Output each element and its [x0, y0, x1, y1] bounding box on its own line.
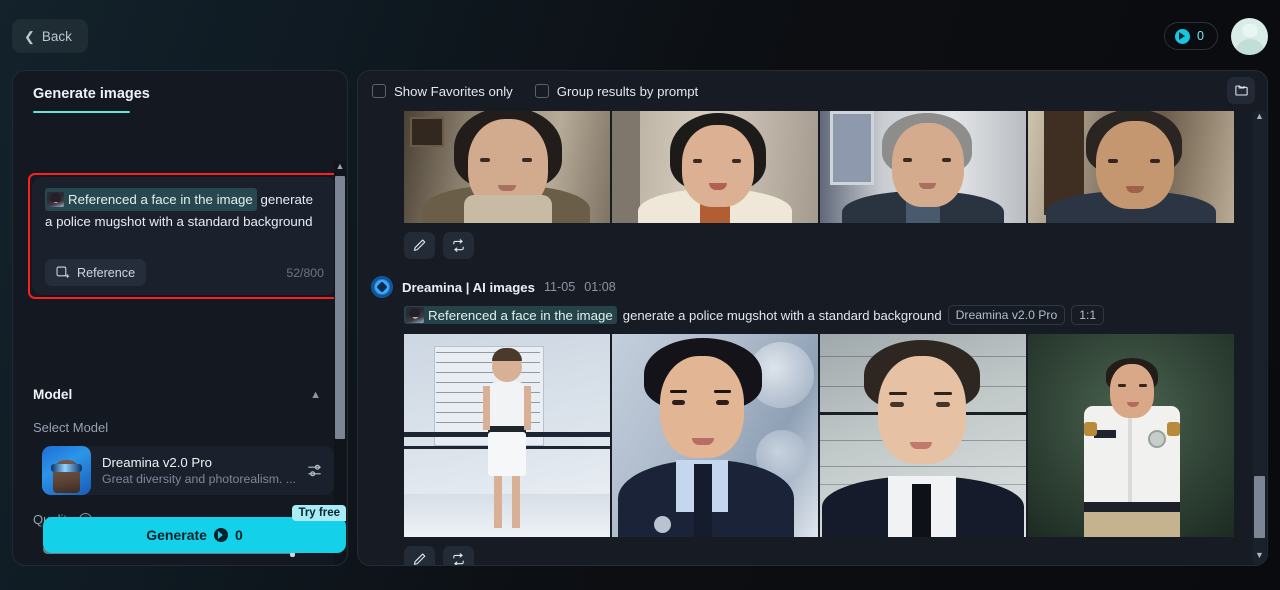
result-meta-header: Dreamina | AI images 11-05 01:08: [358, 276, 1253, 298]
generated-image[interactable]: [612, 111, 818, 223]
credit-coin-icon: [1175, 28, 1191, 44]
model-description: Great diversity and photorealism. ...: [102, 472, 297, 486]
chevron-up-icon[interactable]: ▲: [310, 389, 321, 401]
aspect-ratio-tag: 1:1: [1071, 305, 1105, 325]
pencil-edit-icon: [413, 553, 426, 565]
generated-image[interactable]: [820, 111, 1026, 223]
app-root: ❮ Back 0 Generate images Referenced a fa…: [0, 0, 1280, 590]
select-model-label: Select Model: [33, 420, 109, 435]
show-favorites-only-toggle[interactable]: Show Favorites only: [372, 84, 513, 99]
top-bar: ❮ Back 0: [0, 0, 1280, 66]
generate-button[interactable]: Generate 0 Try free: [43, 505, 346, 553]
credits-value: 0: [1197, 29, 1204, 43]
add-image-icon: [56, 266, 70, 278]
generate-cost: 0: [234, 527, 243, 543]
result-prompt-line: Referenced a face in the image generate …: [358, 305, 1253, 325]
chevron-up-icon[interactable]: ▲: [334, 161, 346, 174]
reference-chip-label: Referenced a face in the image: [68, 192, 253, 207]
reference-chip[interactable]: Referenced a face in the image: [45, 188, 257, 211]
generated-image[interactable]: [404, 334, 610, 537]
prompt-footer: Reference 52/800: [45, 259, 324, 286]
result-date: 11-05: [543, 280, 576, 294]
model-name: Dreamina v2.0 Pro: [102, 455, 212, 470]
credits-badge[interactable]: 0: [1164, 22, 1218, 50]
pencil-edit-icon: [413, 239, 426, 251]
generated-image[interactable]: [404, 111, 610, 223]
checkbox[interactable]: [372, 84, 386, 98]
generated-image[interactable]: [1028, 334, 1234, 537]
sliders-icon[interactable]: [307, 462, 324, 479]
generated-image[interactable]: [820, 334, 1026, 537]
model-section-title: Model: [33, 387, 73, 402]
results-scrollbar[interactable]: ▲ ▼: [1253, 111, 1266, 564]
avatar[interactable]: [1231, 18, 1268, 55]
edit-button[interactable]: [404, 232, 435, 259]
model-preview-thumbnail: [42, 446, 91, 495]
generate-label: Generate: [146, 527, 207, 543]
generate-panel: Generate images Referenced a face in the…: [12, 70, 348, 566]
model-card[interactable]: Dreamina v2.0 Pro Great diversity and ph…: [42, 446, 334, 495]
tab-active-underline: [33, 111, 130, 113]
regenerate-button[interactable]: [443, 232, 474, 259]
results-list: Dreamina | AI images 11-05 01:08 Referen…: [358, 111, 1253, 565]
chevron-up-icon[interactable]: ▲: [1253, 111, 1266, 125]
results-header: Show Favorites only Group results by pro…: [358, 71, 1267, 111]
generated-image[interactable]: [612, 334, 818, 537]
scrollbar-thumb[interactable]: [335, 176, 345, 439]
reference-face-thumbnail: [47, 192, 64, 207]
back-label: Back: [41, 28, 72, 44]
prompt-input[interactable]: Referenced a face in the image generate …: [32, 177, 337, 295]
character-count: 52/800: [286, 265, 324, 280]
credit-coin-icon: [213, 528, 228, 542]
folder-icon: [1234, 85, 1248, 96]
reference-chip[interactable]: Referenced a face in the image: [404, 306, 617, 324]
regenerate-loop-icon: [453, 553, 464, 565]
result-action-row: [358, 232, 1253, 259]
panel-scroll-area: Referenced a face in the image generate …: [13, 116, 347, 565]
reference-face-thumbnail: [406, 307, 424, 323]
result-prompt-text: generate a police mugshot with a standar…: [622, 307, 942, 323]
chevron-down-icon[interactable]: ▼: [1253, 550, 1266, 564]
brand-name: Dreamina | AI images: [402, 279, 535, 295]
model-info: Dreamina v2.0 Pro Great diversity and ph…: [91, 455, 307, 486]
back-button[interactable]: ❮ Back: [12, 19, 88, 53]
reference-button[interactable]: Reference: [45, 259, 147, 286]
model-tag: Dreamina v2.0 Pro: [947, 305, 1066, 325]
chevron-left-icon: ❮: [24, 28, 35, 44]
group-results-label: Group results by prompt: [556, 83, 699, 99]
tab-generate-images[interactable]: Generate images: [33, 86, 150, 111]
show-favorites-only-label: Show Favorites only: [394, 83, 513, 99]
dreamina-logo-icon: [371, 276, 393, 298]
folder-button[interactable]: [1227, 77, 1255, 104]
checkbox[interactable]: [534, 84, 549, 98]
scrollbar-thumb[interactable]: [1254, 476, 1265, 538]
result-action-row: [358, 546, 1253, 565]
result-time: 01:08: [584, 280, 616, 294]
try-free-badge: Try free: [292, 505, 346, 521]
reference-chip-label: Referenced a face in the image: [428, 307, 613, 323]
edit-button[interactable]: [404, 546, 435, 565]
prompt-text-content: Referenced a face in the image generate …: [45, 188, 324, 232]
group-results-by-prompt-toggle[interactable]: Group results by prompt: [534, 83, 699, 99]
reference-button-label: Reference: [77, 265, 136, 280]
generated-image[interactable]: [1028, 111, 1234, 223]
regenerate-button[interactable]: [443, 546, 474, 565]
panel-tabbar: Generate images: [13, 71, 347, 111]
result-image-row: [358, 334, 1253, 537]
result-image-row: [358, 111, 1253, 223]
results-panel: Show Favorites only Group results by pro…: [357, 70, 1268, 566]
model-section-header: Model ▲: [33, 387, 321, 402]
regenerate-loop-icon: [453, 239, 464, 252]
